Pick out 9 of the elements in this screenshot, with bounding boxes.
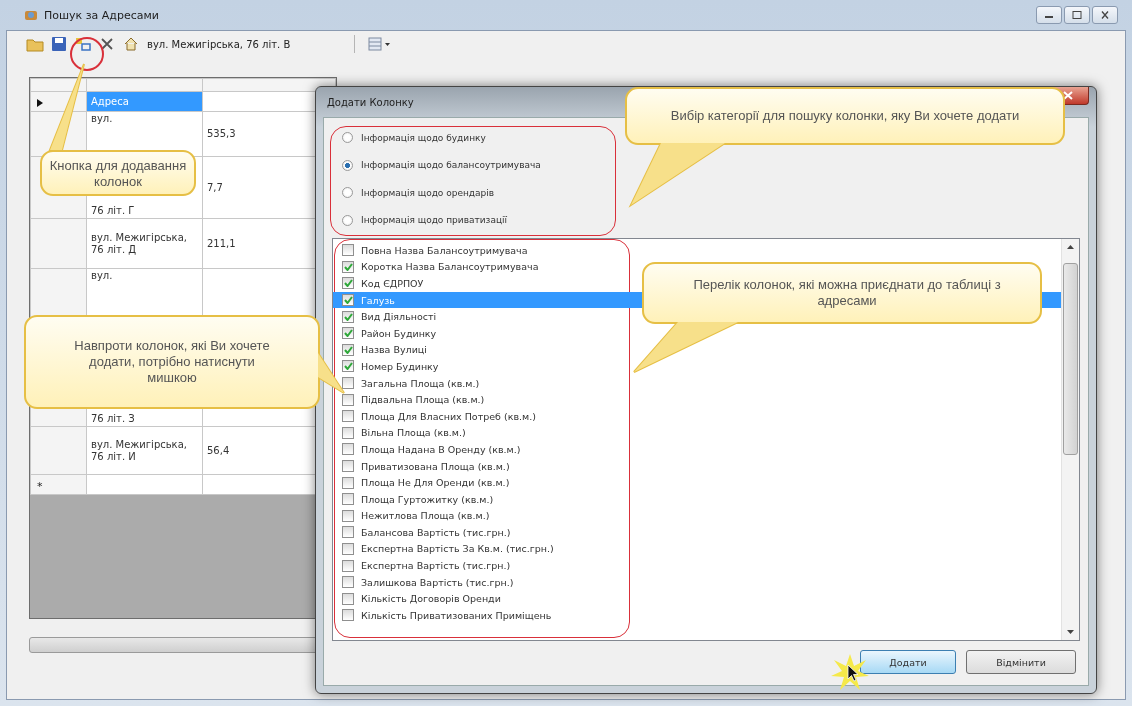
callout-tooltip: Перелік колонок, які можна приєднати до таблиці з адресами — [632, 262, 1044, 374]
new-row-marker: * — [37, 480, 43, 493]
callout-tooltip: Навпроти колонок, які Ви хочете додати, потрібно натиснути мишкою — [24, 315, 346, 411]
window-title: Пошук за Адресами — [44, 8, 159, 22]
dialog-title: Додати Колонку — [327, 96, 414, 108]
callout-tooltip: Вибір категорії для пошуку колонки, яку Ви хочете додати — [625, 87, 1067, 207]
table-cell: вул. Межигірська, 76 літ. Д — [86, 218, 203, 269]
address-label: вул. Межигірська, 76 літ. В — [147, 38, 291, 50]
table-cell: вул. Межигірська, 76 літ. И — [86, 426, 203, 475]
